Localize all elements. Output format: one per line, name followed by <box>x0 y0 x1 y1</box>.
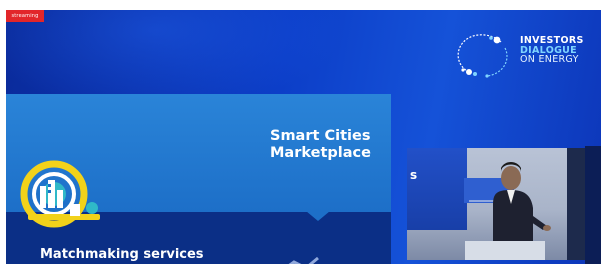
ring-of-dots-icon <box>457 34 508 78</box>
slide-subtitle: Matchmaking services <box>40 247 204 262</box>
podium <box>465 241 545 260</box>
smart-city-icon <box>20 160 100 228</box>
live-badge: streaming <box>6 10 44 22</box>
stage-screen-text: s <box>410 168 418 182</box>
stage-screen <box>407 148 467 230</box>
investors-dialogue-logo: INVESTORS DIALOGUE ON ENERGY <box>520 36 584 65</box>
slide-title-line-2: Marketplace <box>270 145 371 161</box>
stage-backdrop-right <box>567 148 585 260</box>
slide-title: Smart Cities Marketplace <box>270 128 371 162</box>
chevron-graphic-icon <box>288 256 319 264</box>
speaker-video-inset: s <box>407 148 585 260</box>
frame-edge <box>585 146 601 264</box>
livestream-frame: streaming INVESTORS DIALOGUE ON ENERGY S… <box>6 10 601 264</box>
slide-pointer-notch <box>306 211 330 221</box>
video-player: streaming INVESTORS DIALOGUE ON ENERGY S… <box>0 0 601 264</box>
logo-line-3: ON ENERGY <box>520 54 579 65</box>
slide-title-line-1: Smart Cities <box>270 128 371 144</box>
